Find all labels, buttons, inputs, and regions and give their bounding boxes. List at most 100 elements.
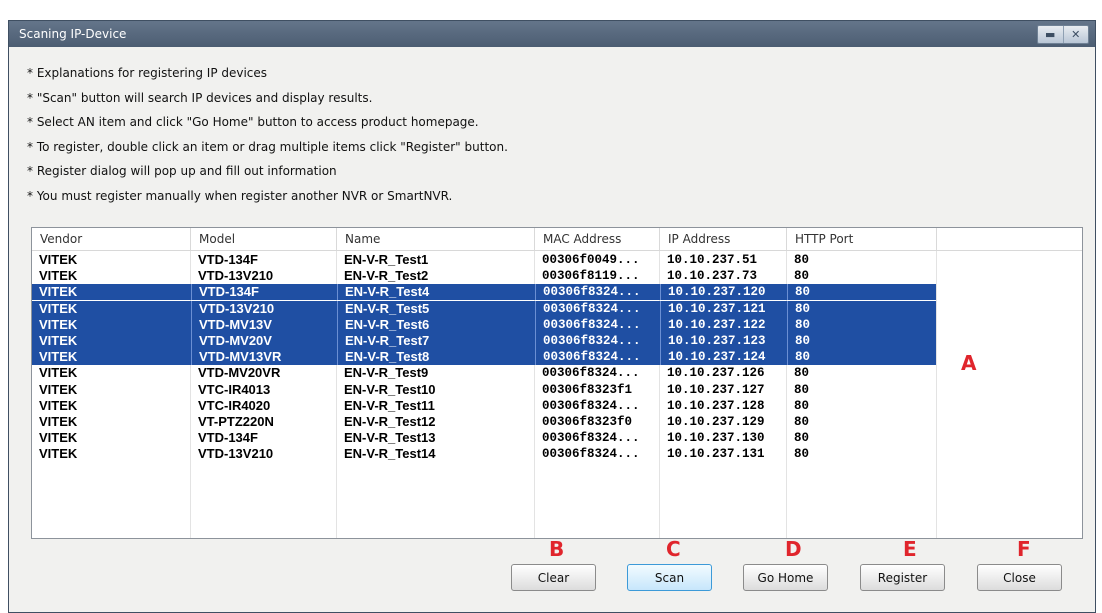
register-button[interactable]: Register xyxy=(860,564,945,591)
annotation-label-c: C xyxy=(666,537,681,561)
cell-mac-address: 00306f8324... xyxy=(535,349,660,366)
cell-vendor: VITEK xyxy=(39,252,78,267)
clear-button[interactable]: Clear xyxy=(511,564,596,591)
column-header-model[interactable]: Model xyxy=(191,228,337,250)
table-row[interactable]: VITEK VTD-MV13VR EN-V-R_Test8 00306f8324...… xyxy=(32,349,1082,366)
cell-model: VTD-134F xyxy=(191,284,337,301)
cell-mac-address: 00306f0049... xyxy=(542,253,640,267)
cell-ip-address: 10.10.237.121 xyxy=(660,300,787,317)
cell-model: VTD-134F xyxy=(198,252,258,267)
cell-name: EN-V-R_Test13 xyxy=(344,430,436,446)
cell-mac-address: 00306f8324... xyxy=(535,300,660,317)
cell-http-port: 80 xyxy=(787,349,937,366)
instruction-line: * "Scan" button will search IP devices a… xyxy=(27,90,373,105)
go-home-button[interactable]: Go Home xyxy=(743,564,828,591)
cell-vendor: VITEK xyxy=(39,446,78,462)
cell-name: EN-V-R_Test5 xyxy=(337,300,535,317)
title-bar: Scaning IP-Device ▬ ✕ xyxy=(9,21,1095,47)
cell-name: EN-V-R_Test9 xyxy=(344,365,429,381)
cell-mac-address: 00306f8324... xyxy=(542,398,640,413)
cell-http-port: 80 xyxy=(794,447,810,462)
cell-http-port: 80 xyxy=(787,333,937,349)
cell-http-port: 80 xyxy=(794,398,810,413)
table-row[interactable]: VITEK VTD-13V210 EN-V-R_Test2 00306f8119...… xyxy=(32,268,1082,284)
cell-vendor: VITEK xyxy=(39,284,78,300)
cell-mac-address: 00306f8323f1 xyxy=(542,382,633,397)
cell-mac-address: 00306f8324... xyxy=(535,284,660,301)
table-row[interactable]: VITEK VT-PTZ220N EN-V-R_Test12 00306f8323f0… xyxy=(32,414,1082,430)
instruction-line: * Register dialog will pop up and fill o… xyxy=(27,164,337,178)
cell-name: EN-V-R_Test4 xyxy=(337,284,535,301)
cell-model: VTD-13V210 xyxy=(198,446,274,462)
column-header-name[interactable]: Name xyxy=(337,228,535,250)
cell-model: VTD-MV20VR xyxy=(198,365,281,381)
cell-http-port: 80 xyxy=(794,366,810,381)
table-row[interactable]: VITEK VTD-MV13V EN-V-R_Test6 00306f8324... 1… xyxy=(32,316,1082,333)
cell-vendor: VITEK xyxy=(39,414,78,429)
cell-ip-address: 10.10.237.122 xyxy=(660,316,787,333)
annotation-label-f: F xyxy=(1017,537,1031,561)
cell-model: VTD-MV13V xyxy=(191,316,337,333)
table-row[interactable]: VITEK VTD-13V210 EN-V-R_Test5 00306f8324...… xyxy=(32,300,1082,317)
table-row[interactable]: VITEK VTD-134F EN-V-R_Test1 00306f0049... 10… xyxy=(32,252,1082,268)
cell-http-port: 80 xyxy=(794,253,810,267)
cell-ip-address: 10.10.237.129 xyxy=(667,415,765,429)
cell-name: EN-V-R_Test2 xyxy=(344,268,429,284)
close-icon[interactable]: ✕ xyxy=(1062,26,1089,43)
annotation-label-d: D xyxy=(785,537,802,561)
column-header-ip-address[interactable]: IP Address xyxy=(660,228,787,250)
minimize-icon[interactable]: ▬ xyxy=(1038,26,1063,43)
cell-ip-address: 10.10.237.126 xyxy=(667,366,765,381)
annotation-label-a: A xyxy=(961,351,977,375)
table-row[interactable]: VITEK VTC-IR4020 EN-V-R_Test11 00306f8324..… xyxy=(32,398,1082,414)
cell-mac-address: 00306f8324... xyxy=(542,366,640,381)
cell-mac-address: 00306f8324... xyxy=(535,333,660,349)
cell-model: VTD-134F xyxy=(198,430,258,446)
table-row[interactable]: VITEK VTD-134F EN-V-R_Test13 00306f8324... 1… xyxy=(32,430,1082,446)
cell-name: EN-V-R_Test8 xyxy=(337,349,535,366)
close-button[interactable]: Close xyxy=(977,564,1062,591)
instructions: * Explanations for registering IP device… xyxy=(27,61,1027,208)
annotation-label-e: E xyxy=(903,537,917,561)
table-row[interactable]: VITEK VTD-13V210 EN-V-R_Test14 00306f8324..… xyxy=(32,446,1082,462)
cell-name: EN-V-R_Test11 xyxy=(344,397,435,413)
cell-mac-address: 00306f8323f0 xyxy=(542,415,633,429)
cell-ip-address: 10.10.237.131 xyxy=(667,447,765,462)
instruction-line: * You must register manually when regist… xyxy=(27,188,453,203)
cell-ip-address: 10.10.237.73 xyxy=(667,269,758,284)
scan-ip-device-dialog: Scaning IP-Device ▬ ✕ * Explanations for… xyxy=(8,20,1096,613)
device-list[interactable]: Vendor Model Name MAC Address IP Address… xyxy=(31,227,1083,539)
table-row[interactable]: VITEK VTC-IR4013 EN-V-R_Test10 00306f8323f1… xyxy=(32,382,1082,398)
window-controls: ▬ ✕ xyxy=(1037,25,1089,44)
cell-name: EN-V-R_Test7 xyxy=(337,333,535,349)
instruction-line: * Select AN item and click "Go Home" but… xyxy=(27,115,479,129)
table-row[interactable]: VITEK VTD-MV20V EN-V-R_Test7 00306f8324... 1… xyxy=(32,333,1082,349)
cell-vendor: VITEK xyxy=(39,300,78,316)
scan-button[interactable]: Scan xyxy=(627,564,712,591)
column-header-vendor[interactable]: Vendor xyxy=(32,228,191,250)
table-row[interactable]: VITEK VTD-134F EN-V-R_Test4 00306f8324... 10… xyxy=(32,284,1082,301)
cell-ip-address: 10.10.237.120 xyxy=(660,284,787,301)
column-header-mac-address[interactable]: MAC Address xyxy=(535,228,660,250)
column-header-http-port[interactable]: HTTP Port xyxy=(787,228,937,250)
cell-model: VTD-MV20V xyxy=(191,333,337,349)
table-row[interactable]: VITEK VTD-MV20VR EN-V-R_Test9 00306f8324...… xyxy=(32,365,1082,381)
cell-vendor: VITEK xyxy=(39,430,78,446)
cell-name: EN-V-R_Test1 xyxy=(344,252,429,267)
cell-http-port: 80 xyxy=(787,300,937,317)
cell-http-port: 80 xyxy=(794,269,810,284)
cell-model: VTD-13V210 xyxy=(198,268,274,284)
cell-vendor: VITEK xyxy=(39,381,78,397)
cell-http-port: 80 xyxy=(787,316,937,333)
cell-name: EN-V-R_Test12 xyxy=(344,414,436,429)
cell-http-port: 80 xyxy=(794,415,810,429)
cell-name: EN-V-R_Test14 xyxy=(344,446,436,462)
cell-name: EN-V-R_Test10 xyxy=(344,381,436,397)
cell-model: VTD-13V210 xyxy=(191,300,337,317)
cell-vendor: VITEK xyxy=(39,268,78,284)
cell-http-port: 80 xyxy=(787,284,937,301)
window-title: Scaning IP-Device xyxy=(19,27,127,41)
cell-vendor: VITEK xyxy=(39,316,78,332)
cell-model: VTD-MV13VR xyxy=(191,349,337,366)
cell-vendor: VITEK xyxy=(39,349,78,365)
